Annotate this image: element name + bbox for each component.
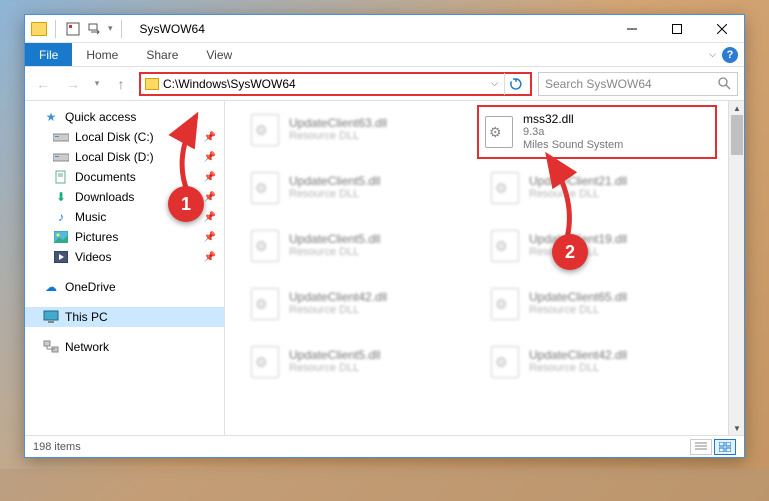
- sidebar-item-videos[interactable]: Videos 📌: [25, 247, 224, 267]
- qat-dropdown-icon[interactable]: [86, 20, 104, 38]
- downloads-icon: ⬇: [53, 189, 69, 205]
- dll-icon: ⚙: [247, 286, 283, 322]
- file-version: 9.3a: [523, 126, 623, 139]
- ribbon-tab-share[interactable]: Share: [132, 43, 192, 66]
- dll-icon: ⚙: [247, 344, 283, 380]
- ribbon: File Home Share View ⌵ ?: [25, 43, 744, 67]
- close-button[interactable]: [699, 15, 744, 43]
- address-folder-icon: [145, 78, 159, 90]
- pin-icon: 📌: [204, 212, 216, 223]
- qat-properties-icon[interactable]: [64, 20, 82, 38]
- file-item[interactable]: ⚙UpdateClient63.dllResource DLL: [245, 109, 465, 151]
- explorer-window: ▾ SysWOW64 File Home Share View ⌵ ? ← → …: [24, 14, 745, 458]
- dll-icon: ⚙: [481, 114, 517, 150]
- dll-icon: ⚙: [487, 344, 523, 380]
- nav-up-button[interactable]: ↑: [109, 72, 133, 96]
- nav-recent-dropdown[interactable]: ▾: [91, 72, 103, 96]
- scroll-thumb[interactable]: [731, 115, 743, 155]
- dll-icon: ⚙: [247, 112, 283, 148]
- desktop-taskbar: [0, 469, 769, 501]
- annotation-arrow-1: [158, 108, 218, 198]
- annotation-callout-1: 1: [168, 186, 204, 222]
- sidebar-network[interactable]: Network: [25, 337, 224, 357]
- file-name: mss32.dll: [523, 113, 623, 126]
- address-bar[interactable]: C:\Windows\SysWOW64 ⌵: [139, 72, 532, 96]
- search-input[interactable]: Search SysWOW64: [538, 72, 738, 96]
- status-item-count: 198 items: [33, 441, 81, 453]
- navigation-bar: ← → ▾ ↑ C:\Windows\SysWOW64 ⌵ Search Sys…: [25, 67, 744, 101]
- file-item[interactable]: ⚙UpdateClient5.dllResource DLL: [245, 225, 465, 267]
- address-path: C:\Windows\SysWOW64: [163, 77, 487, 91]
- view-details-button[interactable]: [690, 439, 712, 455]
- vertical-scrollbar[interactable]: ▲ ▼: [728, 101, 744, 435]
- onedrive-icon: ☁: [43, 279, 59, 295]
- status-bar: 198 items: [25, 435, 744, 457]
- search-icon: [718, 77, 731, 90]
- help-icon[interactable]: ?: [722, 47, 738, 63]
- ribbon-tab-home[interactable]: Home: [72, 43, 132, 66]
- music-icon: ♪: [53, 209, 69, 225]
- maximize-button[interactable]: [654, 15, 699, 43]
- ribbon-file-tab[interactable]: File: [25, 43, 72, 66]
- network-icon: [43, 339, 59, 355]
- sidebar-this-pc[interactable]: This PC: [25, 307, 224, 327]
- sidebar-item-pictures[interactable]: Pictures 📌: [25, 227, 224, 247]
- star-icon: ★: [43, 109, 59, 125]
- window-title: SysWOW64: [140, 22, 205, 36]
- dll-icon: ⚙: [247, 170, 283, 206]
- window-folder-icon: [31, 22, 47, 36]
- videos-icon: [53, 249, 69, 265]
- drive-icon: [53, 129, 69, 145]
- pin-icon: 📌: [204, 252, 216, 263]
- ribbon-expand-icon[interactable]: ⌵: [709, 49, 716, 60]
- file-item[interactable]: ⚙UpdateClient42.dllResource DLL: [485, 341, 705, 383]
- file-item[interactable]: ⚙UpdateClient65.dllResource DLL: [485, 283, 705, 325]
- file-list-pane: ⚙UpdateClient63.dllResource DLL ⚙UpdateC…: [225, 101, 744, 435]
- titlebar: ▾ SysWOW64: [25, 15, 744, 43]
- pictures-icon: [53, 229, 69, 245]
- address-dropdown-icon[interactable]: ⌵: [487, 78, 502, 89]
- search-placeholder: Search SysWOW64: [545, 77, 718, 91]
- file-item[interactable]: ⚙UpdateClient5.dllResource DLL: [245, 341, 465, 383]
- drive-icon: [53, 149, 69, 165]
- annotation-callout-2: 2: [552, 234, 588, 270]
- file-item[interactable]: ⚙UpdateClient42.dllResource DLL: [245, 283, 465, 325]
- file-item-highlighted[interactable]: ⚙ mss32.dll 9.3a Miles Sound System: [477, 105, 717, 159]
- refresh-button[interactable]: [504, 73, 526, 95]
- ribbon-tab-view[interactable]: View: [192, 43, 246, 66]
- dll-icon: ⚙: [487, 286, 523, 322]
- scroll-up-button[interactable]: ▲: [729, 101, 744, 115]
- nav-back-button[interactable]: ←: [31, 72, 55, 96]
- qat-customize-icon[interactable]: ▾: [108, 23, 113, 34]
- nav-forward-button[interactable]: →: [61, 72, 85, 96]
- file-item[interactable]: ⚙UpdateClient5.dllResource DLL: [245, 167, 465, 209]
- this-pc-icon: [43, 309, 59, 325]
- scroll-down-button[interactable]: ▼: [729, 421, 744, 435]
- sidebar-onedrive[interactable]: ☁ OneDrive: [25, 277, 224, 297]
- view-large-icons-button[interactable]: [714, 439, 736, 455]
- documents-icon: [53, 169, 69, 185]
- dll-icon: ⚙: [247, 228, 283, 264]
- pin-icon: 📌: [204, 232, 216, 243]
- minimize-button[interactable]: [609, 15, 654, 43]
